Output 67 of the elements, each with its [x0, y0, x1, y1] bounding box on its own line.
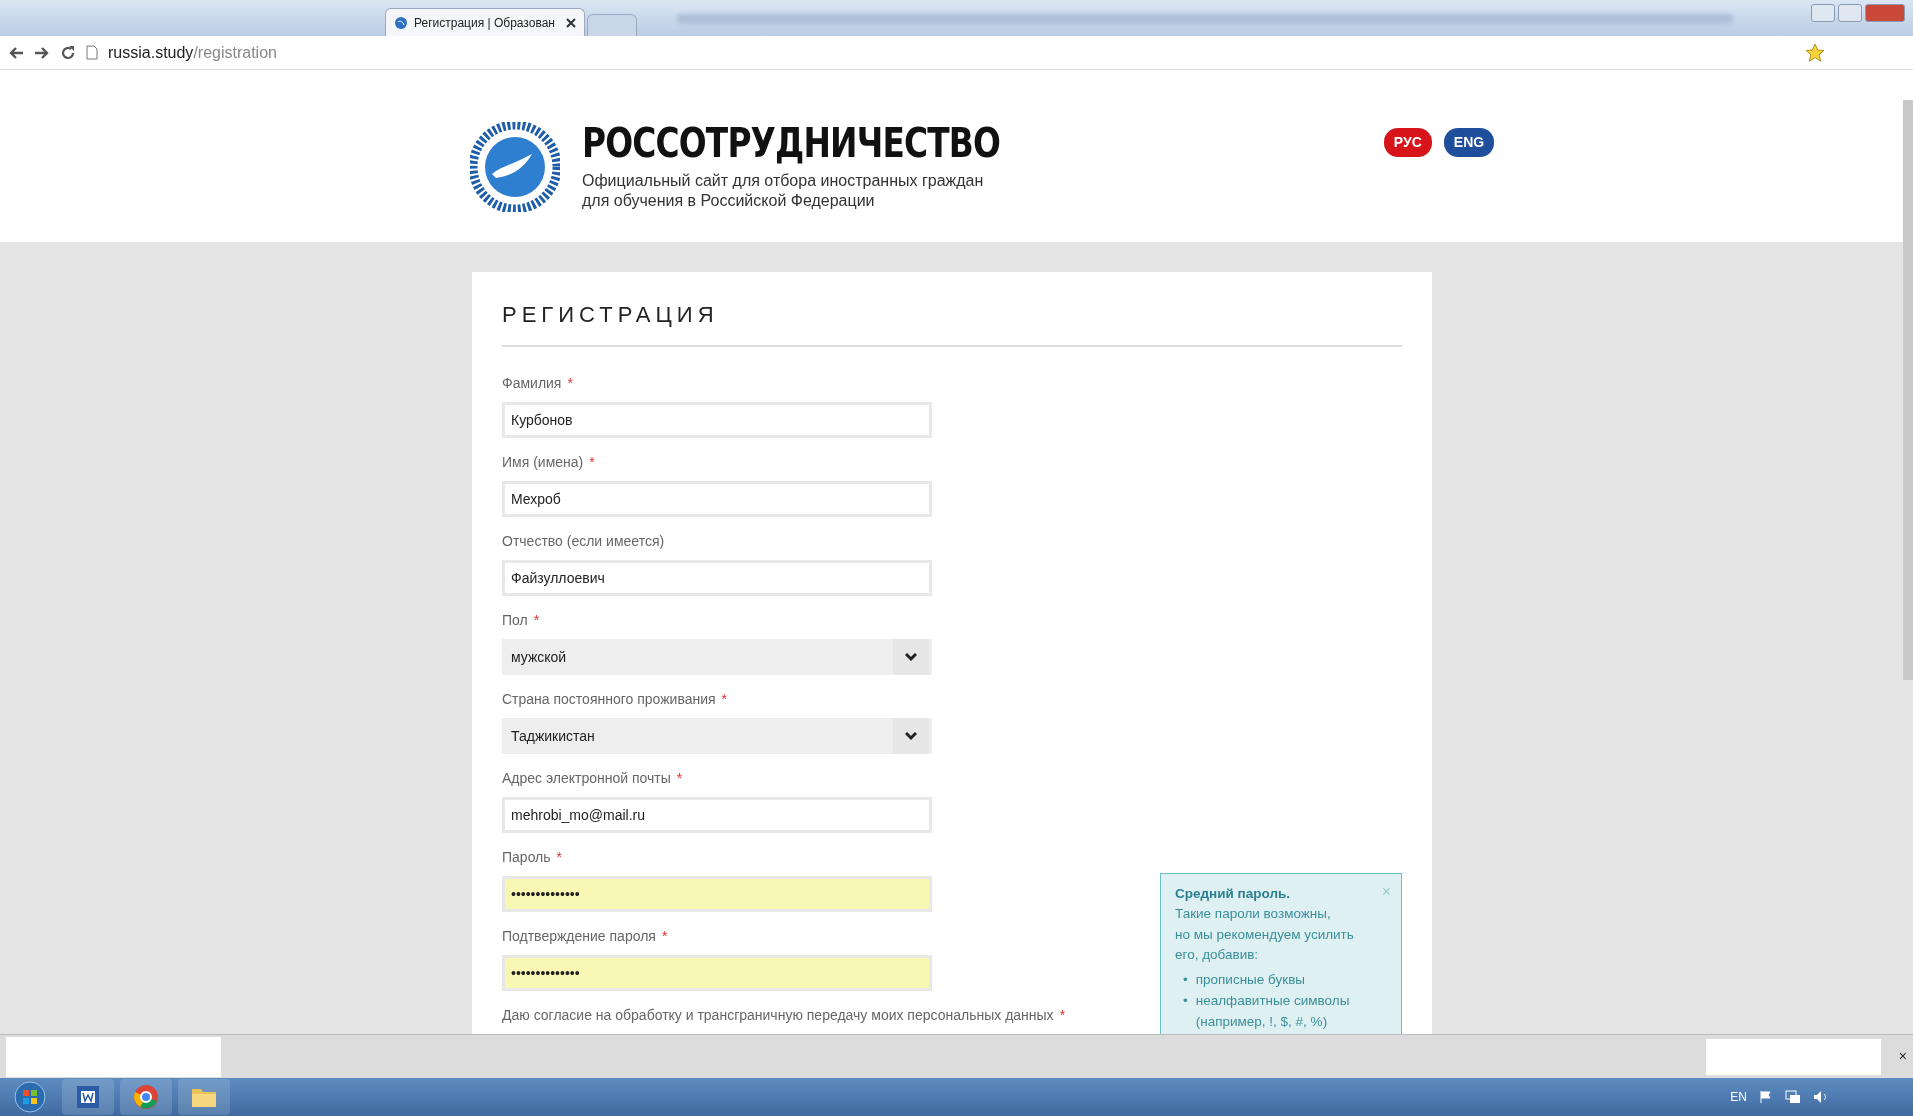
- field-label: Имя (имена): [502, 454, 584, 470]
- chevron-down-icon: [905, 731, 917, 741]
- chevron-down-icon: [905, 652, 917, 662]
- consent-label: Даю согласие на обработку и трансграничную передачу моих персональных данных: [502, 1007, 1054, 1023]
- browser-taskbar-icon[interactable]: [120, 1079, 172, 1115]
- subtitle-text: Официальный сайт для отбора иностранных граждан: [582, 171, 985, 191]
- language-button[interactable]: РУС: [1383, 127, 1432, 157]
- password-field[interactable]: ••••••••••••••: [502, 955, 932, 991]
- form-title: РЕГИСТРАЦИЯ: [502, 298, 1402, 347]
- input-field[interactable]: Файзуллоевич: [502, 560, 932, 596]
- close-button[interactable]: [1865, 4, 1905, 22]
- required-asterisk: *: [589, 454, 595, 470]
- input-field[interactable]: Мехроб: [502, 481, 932, 517]
- select-value: Таджикистан: [511, 726, 595, 746]
- folder-taskbar-icon[interactable]: [178, 1079, 230, 1115]
- subtitle-text: для обучения в Российской Федерации: [582, 191, 876, 211]
- field-label: Подтверждение пароля: [502, 928, 656, 944]
- language-indicator[interactable]: EN: [1730, 1088, 1747, 1106]
- hint-text: но мы рекомендуем усилить: [1175, 925, 1355, 944]
- reload-icon[interactable]: [60, 44, 76, 61]
- hint-item: неалфавитные символы (например, !, $, #, %): [1195, 992, 1351, 1031]
- select-value: мужской: [511, 647, 567, 667]
- close-downloads-button[interactable]: ×: [1898, 1046, 1907, 1067]
- star-icon[interactable]: [1805, 42, 1825, 63]
- bullet-mark: •: [1183, 971, 1188, 989]
- field-label: Пол: [502, 612, 528, 628]
- required-asterisk: *: [676, 770, 683, 786]
- required-asterisk: *: [1059, 1007, 1066, 1023]
- bullet-mark: •: [1183, 992, 1188, 1010]
- input-field[interactable]: mehrobi_mo@mail.ru: [502, 797, 932, 833]
- field-label: Отчество (если имеется): [502, 533, 665, 549]
- flag-icon[interactable]: [1759, 1090, 1773, 1104]
- field-label: Пароль: [502, 849, 551, 865]
- language-button[interactable]: ENG: [1443, 127, 1495, 157]
- forward-icon[interactable]: [34, 45, 50, 60]
- password-field[interactable]: ••••••••••••••: [502, 876, 932, 912]
- word-taskbar-icon[interactable]: [62, 1079, 114, 1115]
- select-field[interactable]: мужской: [502, 639, 932, 675]
- scrollbar-thumb[interactable]: [1903, 100, 1913, 680]
- network-icon[interactable]: [1785, 1090, 1801, 1104]
- hint-text: его, добавив:: [1175, 945, 1260, 964]
- back-icon[interactable]: [8, 45, 24, 60]
- hint-text: Такие пароли возможны,: [1175, 905, 1332, 924]
- logo-icon: [470, 122, 560, 212]
- url-text[interactable]: russia.study/registration: [108, 40, 277, 65]
- required-asterisk: *: [721, 691, 728, 707]
- field-label: Адрес электронной почты: [502, 770, 671, 786]
- hint-title: Средний пароль.: [1175, 886, 1291, 901]
- globe-icon: [394, 15, 408, 30]
- required-asterisk: *: [661, 928, 668, 944]
- page-icon: [86, 45, 98, 60]
- required-asterisk: *: [556, 849, 563, 865]
- close-icon[interactable]: [566, 17, 576, 28]
- site-title: РОССОТРУДНИЧЕСТВО: [582, 123, 1001, 163]
- field-label: Фамилия: [502, 375, 562, 391]
- new-tab-button[interactable]: [587, 14, 637, 36]
- select-field[interactable]: Таджикистан: [502, 718, 932, 754]
- browser-tab[interactable]: Регистрация | Образован: [385, 8, 585, 36]
- required-asterisk: *: [533, 612, 540, 628]
- minimize-button[interactable]: [1811, 4, 1835, 22]
- speaker-icon[interactable]: [1813, 1090, 1829, 1104]
- input-field[interactable]: Курбонов: [502, 402, 932, 438]
- required-asterisk: *: [567, 375, 573, 391]
- hint-item: прописные буквы: [1195, 971, 1306, 989]
- field-label: Страна постоянного проживания: [502, 691, 716, 707]
- maximize-button[interactable]: [1838, 4, 1862, 22]
- tab-title: Регистрация | Образован: [414, 14, 555, 32]
